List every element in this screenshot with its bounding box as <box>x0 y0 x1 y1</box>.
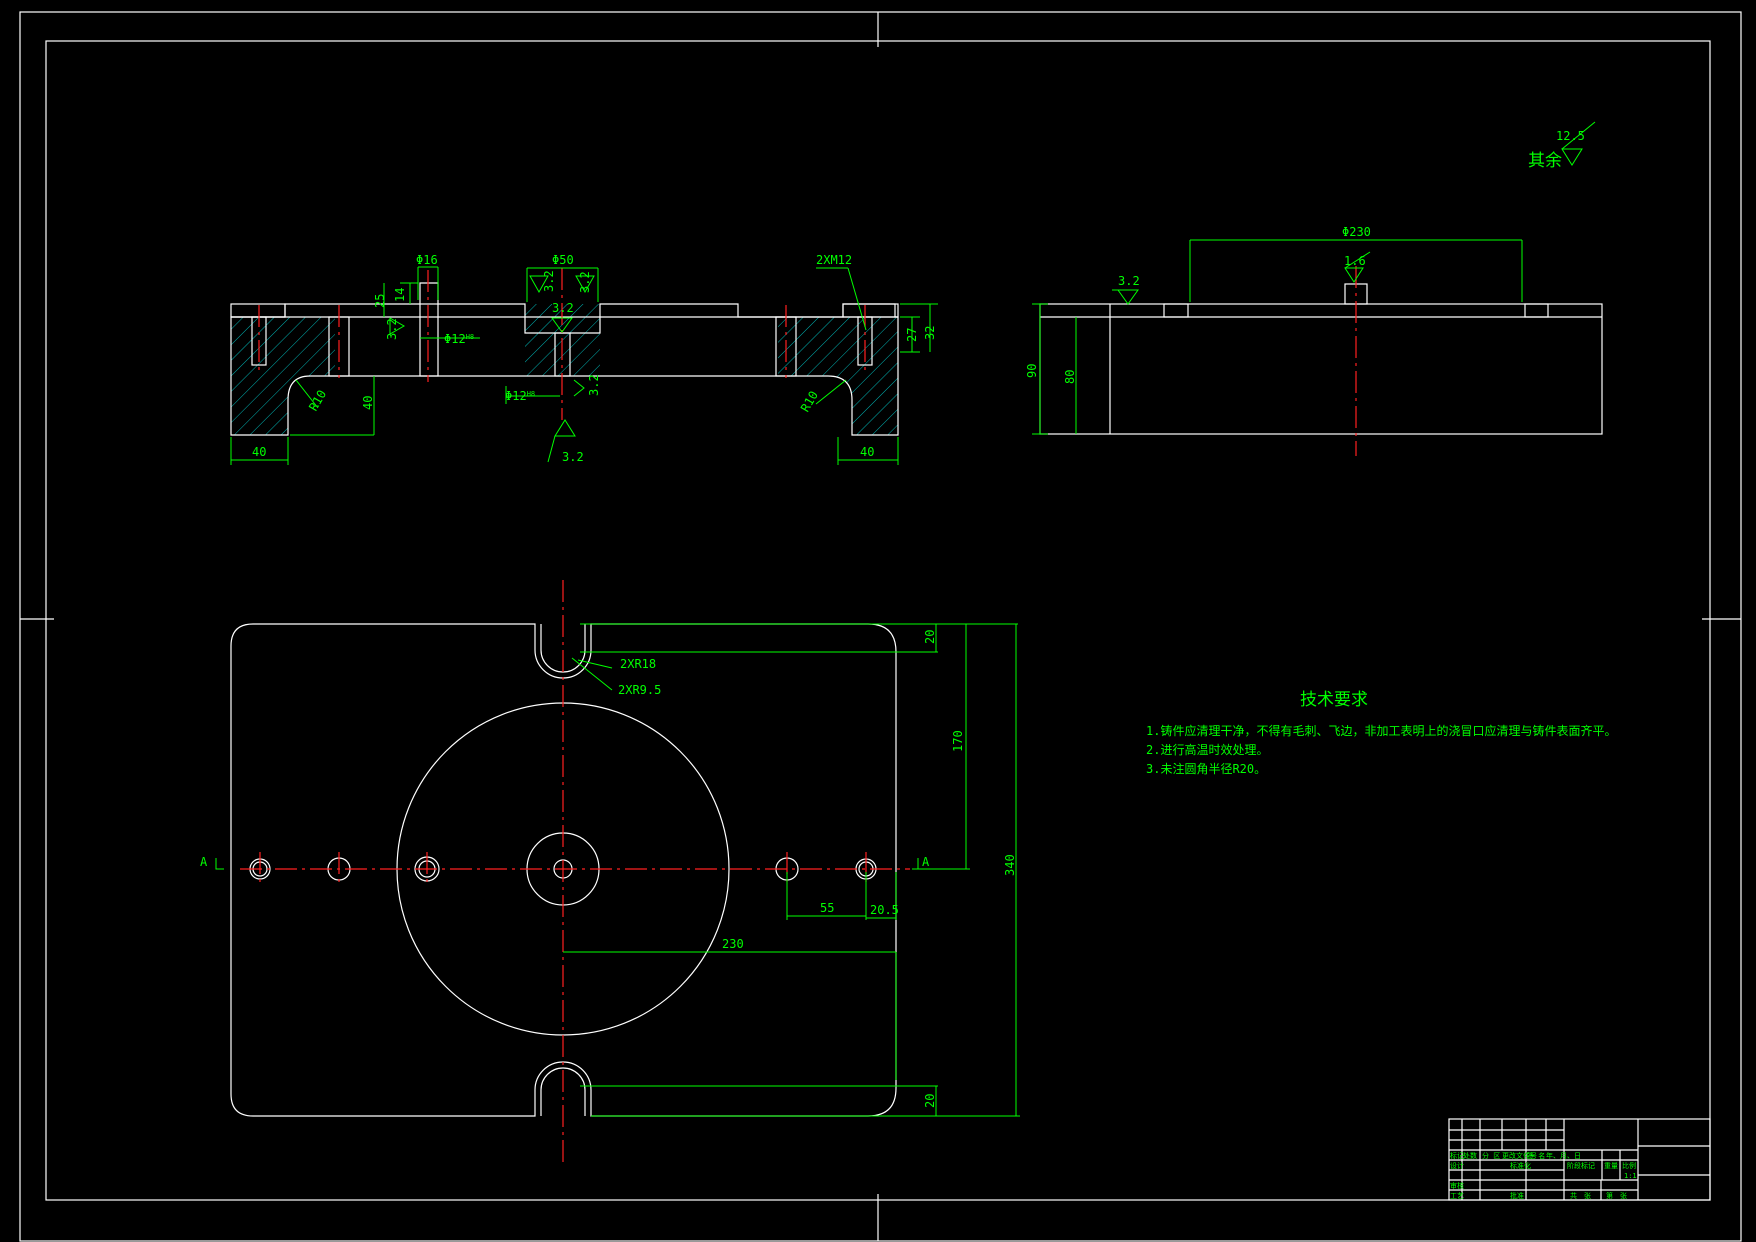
dim-phi230: Φ230 <box>1342 225 1371 239</box>
tb-date: 年、月、日 <box>1546 1151 1581 1160</box>
tb-weight: 重量 <box>1604 1162 1618 1170</box>
ra-e: 3.2 <box>587 374 601 396</box>
tb-zone: 分 区 <box>1482 1151 1500 1160</box>
dim-230: 230 <box>722 937 744 951</box>
tb-standardize: 标准化 <box>1510 1161 1531 1170</box>
ra-d: 3.2 <box>385 318 399 340</box>
section-hatch <box>231 304 898 435</box>
section-view: Φ16 Φ50 2XM12 14 25 3.2 3.2 3.2 3.2 Φ12H… <box>230 253 938 465</box>
dim-h40: 40 <box>361 396 375 410</box>
tech-requirements: 技术要求 1.铸件应清理干净，不得有毛刺、飞边，非加工表明上的浇冒口应清理与铸件… <box>1146 690 1616 776</box>
tb-scale: 比例 <box>1622 1161 1636 1170</box>
title-block: 标记 处数 分 区 更改文件号 签 名 年、月、日 设计 标准化 审核 工艺 批… <box>1448 1118 1711 1201</box>
ra-a: 3.2 <box>542 270 556 292</box>
tb-process: 工艺 <box>1450 1192 1464 1200</box>
dim-depth25: 25 <box>373 294 387 308</box>
section-mark-left: A <box>200 855 208 869</box>
tb-review: 审核 <box>1450 1181 1464 1190</box>
tech-item-2: 2.进行高温时效处理。 <box>1146 742 1268 757</box>
dim-thread: 2XM12 <box>816 253 852 267</box>
plan-dimensions: 2XR18 2XR9.5 20 170 340 55 20.5 230 20 A… <box>200 623 1020 1117</box>
dim-h90: 90 <box>1025 364 1039 378</box>
ra-top: 1.6 <box>1344 254 1366 268</box>
dim-w40-right: 40 <box>860 445 874 459</box>
tech-item-1: 1.铸件应清理干净，不得有毛刺、飞边，非加工表明上的浇冒口应清理与铸件表面齐平。 <box>1146 723 1616 738</box>
tb-approve: 批准 <box>1510 1191 1524 1200</box>
dim-w40-left: 40 <box>252 445 266 459</box>
dim-phi50: Φ50 <box>552 253 574 267</box>
dim-phi12-top: Φ12H8 <box>444 332 474 346</box>
dim-phi12-bot: Φ12H8 <box>505 389 535 403</box>
tech-title: 技术要求 <box>1300 690 1368 710</box>
dim-r10-right: R10 <box>798 389 821 415</box>
dim-20-top: 20 <box>923 630 937 644</box>
tb-stage-mark: 阶段标记 <box>1567 1161 1595 1170</box>
section-mark-right: A <box>922 855 930 869</box>
engineering-drawing: 其余 12.5 Φ16 Φ50 2XM12 14 25 3.2 3.2 3.2 … <box>19 11 1742 1242</box>
dim-340: 340 <box>1003 854 1017 876</box>
dim-h27: 27 <box>905 328 919 342</box>
side-view: Φ230 1.6 3.2 90 80 <box>1025 225 1603 456</box>
tb-sheet-total: 共 张 <box>1570 1191 1591 1200</box>
ra-left: 3.2 <box>1118 274 1140 288</box>
roughness-note: 其余 12.5 <box>1528 121 1596 171</box>
ra-c: 3.2 <box>552 301 574 315</box>
dim-h80: 80 <box>1063 370 1077 384</box>
tb-mark: 标记 <box>1450 1151 1464 1160</box>
tb-count: 处数 <box>1463 1151 1477 1160</box>
dim-phi16: Φ16 <box>416 253 438 267</box>
plan-view: 2XR18 2XR9.5 20 170 340 55 20.5 230 20 A… <box>200 580 1020 1165</box>
dim-20-bottom: 20 <box>923 1094 937 1108</box>
tb-scale-value: 1:1 <box>1624 1172 1637 1180</box>
dim-slot-r18: 2XR18 <box>620 657 656 671</box>
dim-20-5: 20.5 <box>870 903 899 917</box>
ra-bottom: 3.2 <box>562 450 584 464</box>
drawing-frame <box>19 11 1742 1242</box>
tb-sheet-no: 第 张 <box>1606 1191 1627 1200</box>
dim-55: 55 <box>820 901 834 915</box>
roughness-label: 其余 <box>1528 151 1562 171</box>
dim-depth14: 14 <box>393 288 407 302</box>
ra-b: 3.2 <box>578 271 592 293</box>
tech-item-3: 3.未注圆角半径R20。 <box>1146 761 1266 776</box>
dim-slot-r95: 2XR9.5 <box>618 683 661 697</box>
tb-design: 设计 <box>1450 1161 1464 1170</box>
dim-r10-left: R10 <box>306 388 329 414</box>
dim-170: 170 <box>951 730 965 752</box>
dim-h32: 32 <box>923 326 937 340</box>
roughness-value: 12.5 <box>1556 129 1585 143</box>
tb-sign: 签 名 <box>1527 1151 1545 1160</box>
